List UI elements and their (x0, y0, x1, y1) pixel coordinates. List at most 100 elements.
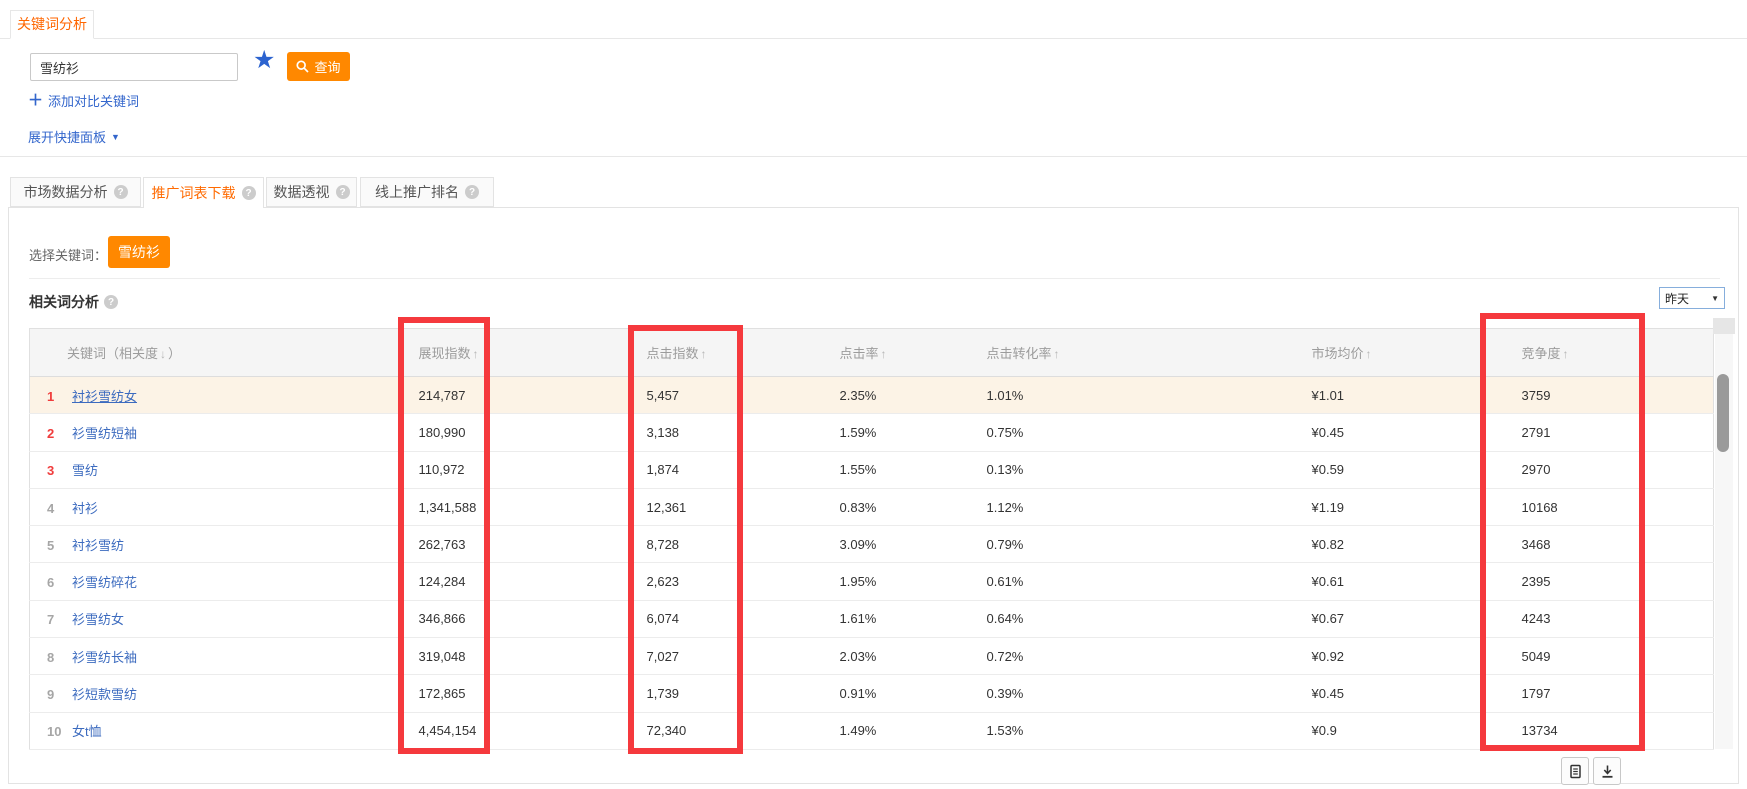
col-header-keyword[interactable]: 关键词（相关度↓） (30, 329, 386, 377)
keyword-analysis-screen: 关键词分析 ★ 查询 ＋ 添加对比关键词 展开快捷面板 ▼ 市场数据分析 ? 推… (0, 0, 1747, 789)
help-icon[interactable]: ? (465, 185, 479, 199)
keyword-link[interactable]: 雪纺 (72, 463, 98, 478)
rank-number: 4 (47, 501, 72, 516)
sort-asc-icon: ↑ (1563, 347, 1569, 361)
tab-keyword-analysis[interactable]: 关键词分析 (10, 10, 94, 39)
table-row: 10女t恤 4,454,154 72,340 1.49% 1.53% ¥0.9 … (30, 712, 1714, 749)
section-tab-bar: 市场数据分析 ? 推广词表下载 ? 数据透视 ? 线上推广排名 ? (0, 177, 1747, 208)
ctr-value: 1.61% (812, 600, 957, 637)
tab-market-data-analysis[interactable]: 市场数据分析 ? (10, 177, 141, 207)
click-index-value: 1,739 (616, 675, 812, 712)
keyword-link[interactable]: 女t恤 (72, 724, 102, 739)
cvr-value: 0.72% (957, 638, 1281, 675)
impression-index-value: 346,866 (386, 600, 616, 637)
query-button-label: 查询 (314, 57, 340, 76)
add-compare-keyword-link[interactable]: ＋ 添加对比关键词 (28, 91, 139, 110)
tab-data-pivot[interactable]: 数据透视 ? (266, 177, 357, 207)
table-row: 7衫雪纺女 346,866 6,074 1.61% 0.64% ¥0.67 42… (30, 600, 1714, 637)
table-row: 9衫短款雪纺 172,865 1,739 0.91% 0.39% ¥0.45 1… (30, 675, 1714, 712)
keyword-link[interactable]: 衬衫雪纺 (72, 538, 124, 553)
keyword-link[interactable]: 衫雪纺女 (72, 612, 124, 627)
cvr-value: 0.13% (957, 451, 1281, 488)
search-icon (296, 60, 309, 73)
click-index-value: 2,623 (616, 563, 812, 600)
divider (29, 278, 1720, 279)
rank-number: 1 (47, 389, 72, 404)
col-header-competition[interactable]: 竞争度↑ (1491, 329, 1714, 377)
tab-label: 市场数据分析 (24, 182, 108, 202)
help-icon[interactable]: ? (114, 185, 128, 199)
keyword-link[interactable]: 衫雪纺长袖 (72, 650, 137, 665)
favorite-star-icon[interactable]: ★ (253, 48, 275, 73)
scrollbar-thumb[interactable] (1717, 374, 1729, 452)
table-row: 2衫雪纺短袖 180,990 3,138 1.59% 0.75% ¥0.45 2… (30, 414, 1714, 451)
competition-value: 3759 (1491, 377, 1714, 414)
ctr-value: 1.55% (812, 451, 957, 488)
click-index-value: 7,027 (616, 638, 812, 675)
keyword-link[interactable]: 衫雪纺短袖 (72, 426, 137, 441)
help-icon[interactable]: ? (104, 295, 118, 309)
table-row: 4衬衫 1,341,588 12,361 0.83% 1.12% ¥1.19 1… (30, 488, 1714, 525)
sort-asc-icon: ↑ (1054, 347, 1060, 361)
related-words-table-body: 1衬衫雪纺女 214,787 5,457 2.35% 1.01% ¥1.01 3… (30, 377, 1714, 750)
ctr-value: 3.09% (812, 526, 957, 563)
chevron-down-icon: ▼ (1711, 294, 1719, 303)
cvr-value: 1.01% (957, 377, 1281, 414)
click-index-value: 6,074 (616, 600, 812, 637)
click-index-value: 8,728 (616, 526, 812, 563)
competition-value: 4243 (1491, 600, 1714, 637)
copy-table-button[interactable] (1561, 757, 1589, 785)
scrollbar-corner (1713, 318, 1735, 334)
sort-asc-icon: ↑ (701, 347, 707, 361)
competition-value: 2395 (1491, 563, 1714, 600)
rank-number: 6 (47, 575, 72, 590)
keyword-link[interactable]: 衬衫 (72, 501, 98, 516)
click-index-value: 1,874 (616, 451, 812, 488)
cvr-value: 0.79% (957, 526, 1281, 563)
ctr-value: 1.95% (812, 563, 957, 600)
impression-index-value: 172,865 (386, 675, 616, 712)
keyword-search-input[interactable] (30, 53, 238, 81)
table-row: 5衬衫雪纺 262,763 8,728 3.09% 0.79% ¥0.82 34… (30, 526, 1714, 563)
col-header-impression-index[interactable]: 展现指数↑ (386, 329, 616, 377)
sort-desc-icon: ↓ (160, 347, 166, 361)
related-words-section-title: 相关词分析 ? (29, 292, 118, 312)
add-compare-label: 添加对比关键词 (48, 91, 139, 110)
avg-price-value: ¥0.45 (1281, 675, 1491, 712)
rank-number: 8 (47, 650, 72, 665)
download-table-button[interactable] (1593, 757, 1621, 785)
col-header-click-index[interactable]: 点击指数↑ (616, 329, 812, 377)
cvr-value: 0.39% (957, 675, 1281, 712)
query-button[interactable]: 查询 (287, 52, 350, 81)
selected-keyword-button[interactable]: 雪纺衫 (108, 236, 170, 268)
keyword-link[interactable]: 衬衫雪纺女 (72, 389, 137, 404)
competition-value: 1797 (1491, 675, 1714, 712)
ctr-value: 1.49% (812, 712, 957, 749)
main-panel: 选择关键词： 雪纺衫 相关词分析 ? 昨天 ▼ 关键词（相关度↓） 展现指数↑ … (8, 207, 1739, 784)
keyword-link[interactable]: 衫雪纺碎花 (72, 575, 137, 590)
sort-asc-icon: ↑ (473, 347, 479, 361)
date-range-select[interactable]: 昨天 ▼ (1659, 287, 1725, 309)
tab-promotion-wordlist-download[interactable]: 推广词表下载 ? (143, 177, 264, 208)
impression-index-value: 214,787 (386, 377, 616, 414)
competition-value: 10168 (1491, 488, 1714, 525)
plus-icon: ＋ (28, 93, 43, 108)
ctr-value: 1.59% (812, 414, 957, 451)
tab-online-promotion-ranking[interactable]: 线上推广排名 ? (360, 177, 494, 207)
expand-quick-panel-link[interactable]: 展开快捷面板 ▼ (28, 127, 120, 146)
help-icon[interactable]: ? (336, 185, 350, 199)
help-icon[interactable]: ? (242, 186, 256, 200)
table-row: 3雪纺 110,972 1,874 1.55% 0.13% ¥0.59 2970 (30, 451, 1714, 488)
tab-label: 线上推广排名 (375, 182, 459, 202)
impression-index-value: 1,341,588 (386, 488, 616, 525)
rank-number: 9 (47, 687, 72, 702)
col-header-avg-price[interactable]: 市场均价↑ (1281, 329, 1491, 377)
ctr-value: 2.03% (812, 638, 957, 675)
keyword-link[interactable]: 衫短款雪纺 (72, 687, 137, 702)
col-header-ctr[interactable]: 点击率↑ (812, 329, 957, 377)
tab-label: 推广词表下载 (152, 183, 236, 203)
section-title-text: 相关词分析 (29, 292, 99, 312)
table-header-row: 关键词（相关度↓） 展现指数↑ 点击指数↑ 点击率↑ 点击转化率↑ 市场均价↑ … (30, 329, 1714, 377)
col-header-cvr[interactable]: 点击转化率↑ (957, 329, 1281, 377)
ctr-value: 0.91% (812, 675, 957, 712)
